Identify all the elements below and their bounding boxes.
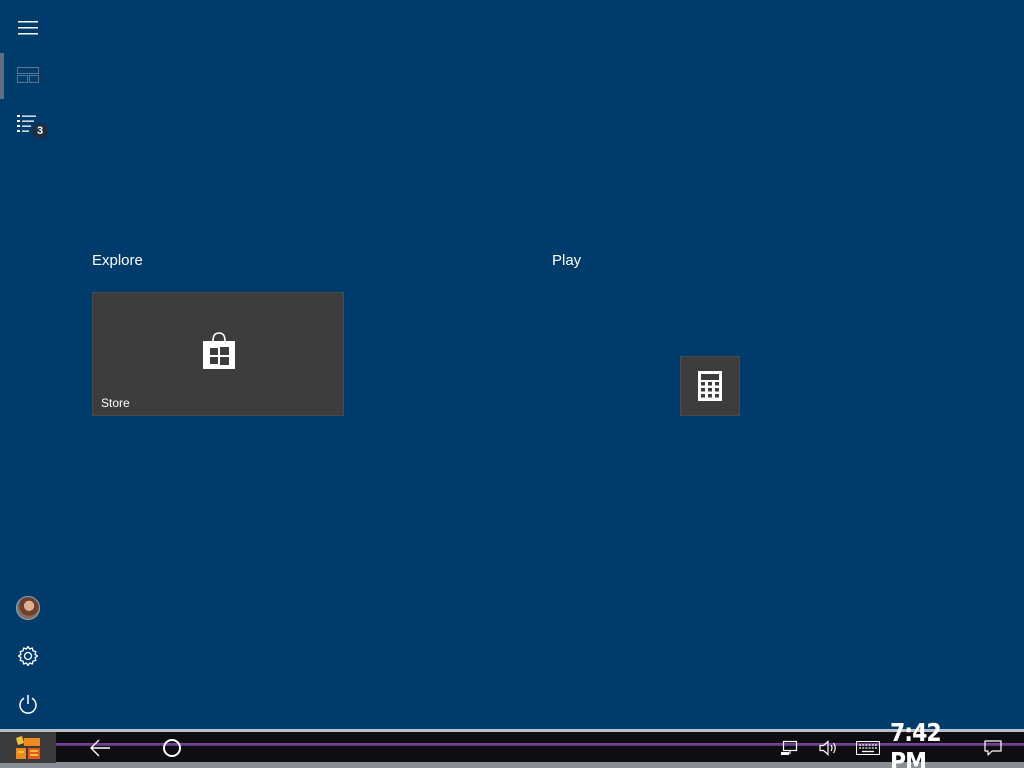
clock-time: 7:42 PM bbox=[890, 718, 942, 768]
calculator-icon bbox=[698, 371, 722, 401]
cortana-circle-icon bbox=[163, 738, 181, 757]
taskbar: 7:42 PM bbox=[0, 719, 1024, 768]
start-button[interactable] bbox=[0, 732, 56, 763]
volume-icon bbox=[819, 739, 836, 756]
store-tile[interactable]: Store bbox=[92, 292, 344, 416]
power-button[interactable] bbox=[4, 682, 52, 726]
store-tile-label: Store bbox=[101, 396, 130, 410]
action-center-icon bbox=[984, 739, 1002, 756]
app-count-badge: 3 bbox=[32, 123, 48, 139]
back-arrow-icon bbox=[90, 739, 110, 756]
network-tray-button[interactable] bbox=[774, 732, 804, 763]
custom-start-logo-icon bbox=[16, 735, 40, 759]
touch-keyboard-button[interactable] bbox=[852, 732, 884, 763]
hamburger-menu-icon bbox=[18, 21, 38, 35]
start-rail: 3 bbox=[0, 0, 56, 729]
store-bag-icon bbox=[203, 332, 235, 369]
network-icon bbox=[781, 740, 798, 755]
user-account-button[interactable] bbox=[4, 586, 52, 630]
calculator-tile[interactable] bbox=[680, 356, 740, 416]
all-tiles-button[interactable] bbox=[4, 53, 52, 97]
back-button[interactable] bbox=[84, 732, 116, 763]
start-screen: 3 Explore Store Play 7:42 PM bbox=[0, 0, 1024, 768]
action-center-button[interactable] bbox=[978, 732, 1008, 763]
clock-button[interactable]: 7:42 PM bbox=[890, 719, 968, 768]
settings-gear-icon bbox=[17, 645, 39, 667]
group-title-explore[interactable]: Explore bbox=[92, 252, 143, 269]
volume-tray-button[interactable] bbox=[814, 732, 844, 763]
settings-button[interactable] bbox=[4, 634, 52, 678]
all-apps-button[interactable]: 3 bbox=[4, 101, 52, 145]
keyboard-icon bbox=[856, 740, 880, 755]
user-avatar bbox=[16, 596, 40, 620]
all-tiles-icon bbox=[17, 67, 39, 83]
group-title-play[interactable]: Play bbox=[552, 252, 581, 269]
search-button[interactable] bbox=[156, 732, 188, 763]
hamburger-menu-button[interactable] bbox=[4, 6, 52, 50]
power-icon bbox=[19, 695, 37, 714]
